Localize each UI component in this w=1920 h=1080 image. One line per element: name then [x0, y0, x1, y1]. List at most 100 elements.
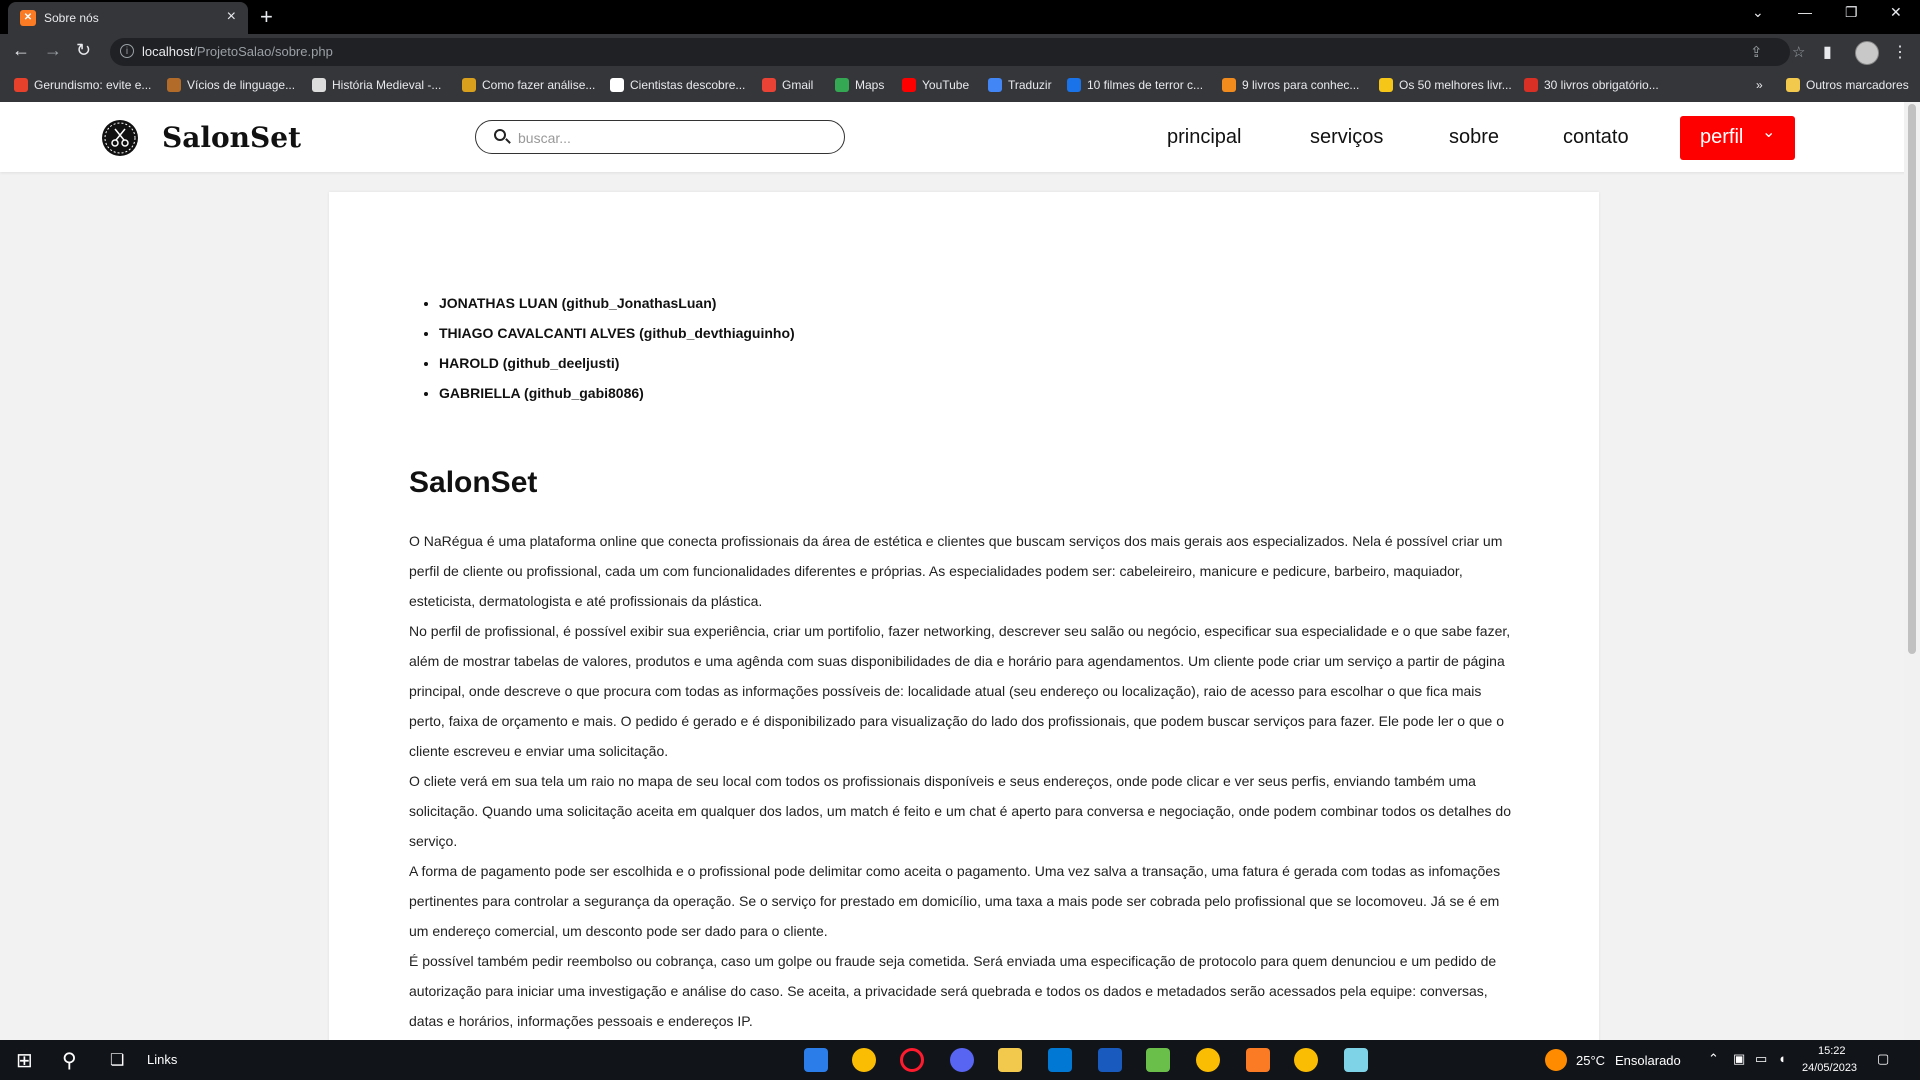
minimize-button[interactable]: —: [1798, 4, 1812, 20]
clock-date[interactable]: 24/05/2023: [1802, 1062, 1857, 1074]
nav-link-contato[interactable]: contato: [1563, 126, 1629, 149]
members-list: JONATHAS LUAN (github_JonathasLuan) THIA…: [409, 288, 795, 408]
bookmark-favicon-icon: [1524, 78, 1538, 92]
network-icon[interactable]: ▭: [1755, 1051, 1767, 1067]
chevron-down-icon: ⌄: [1762, 124, 1776, 141]
bookmark-favicon-icon: [988, 78, 1002, 92]
side-panel-icon[interactable]: ▮: [1823, 42, 1832, 62]
weather-desc[interactable]: Ensolarado: [1615, 1053, 1681, 1068]
bookmark-label: Os 50 melhores livr...: [1399, 78, 1512, 92]
chrome-menu-icon[interactable]: ⋮: [1892, 42, 1908, 62]
tray-chevron-icon[interactable]: ⌃: [1708, 1051, 1719, 1067]
profile-dropdown-button[interactable]: perfil ⌄: [1680, 116, 1795, 160]
other-bookmarks[interactable]: Outros marcadores: [1786, 78, 1909, 92]
new-tab-button[interactable]: +: [260, 4, 273, 30]
vscode-icon[interactable]: [804, 1048, 828, 1072]
back-icon[interactable]: ←: [12, 40, 30, 60]
bookmark-item[interactable]: Cientistas descobre...: [610, 78, 745, 92]
bookmark-item[interactable]: Traduzir: [988, 78, 1052, 92]
bookmark-label: Cientistas descobre...: [630, 78, 746, 92]
search-input[interactable]: [516, 127, 830, 149]
page-scrollbar[interactable]: [1904, 102, 1920, 1040]
bookmark-favicon-icon: [312, 78, 326, 92]
bookmark-item[interactable]: YouTube: [902, 78, 969, 92]
bookmark-favicon-icon: [462, 78, 476, 92]
tab-search-icon[interactable]: ⌄: [1752, 4, 1764, 21]
site-logo[interactable]: SalonSet: [162, 121, 301, 154]
bookmark-item[interactable]: Maps: [835, 78, 884, 92]
member-item: THIAGO CAVALCANTI ALVES (github_devthiag…: [439, 318, 795, 348]
address-bar[interactable]: i localhost/ProjetoSalao/sobre.php ⇪ ☆: [110, 38, 1805, 66]
meet-icon[interactable]: ▣: [1733, 1051, 1745, 1067]
weather-temp[interactable]: 25°C: [1576, 1053, 1605, 1068]
member-item: HAROLD (github_deeljusti): [439, 348, 795, 378]
folder-icon: [1786, 78, 1800, 92]
volume-icon[interactable]: ◖: [1778, 1051, 1786, 1066]
bookmark-item[interactable]: 10 filmes de terror c...: [1067, 78, 1203, 92]
member-item: GABRIELLA (github_gabi8086): [439, 378, 795, 408]
nav-link-principal[interactable]: principal: [1167, 126, 1241, 149]
bookmark-label: História Medieval -...: [332, 78, 442, 92]
task-view-icon[interactable]: ❏: [110, 1050, 124, 1070]
bookmark-item[interactable]: Vícios de linguage...: [167, 78, 295, 92]
bookmark-label: Traduzir: [1008, 78, 1052, 92]
notepad-icon[interactable]: [1344, 1048, 1368, 1072]
search-bar[interactable]: [475, 120, 845, 154]
scrollbar-thumb[interactable]: [1908, 104, 1916, 654]
bookmark-item[interactable]: 30 livros obrigatório...: [1524, 78, 1659, 92]
bookmark-star-icon[interactable]: ☆: [1792, 43, 1805, 61]
scissors-logo-icon[interactable]: [102, 120, 138, 156]
tab-title: Sobre nós: [44, 11, 99, 25]
bookmarks-bar: Gerundismo: evite e... Vícios de linguage…: [0, 70, 1920, 103]
bookmark-label: 9 livros para conhec...: [1242, 78, 1360, 92]
bookmark-favicon-icon: [1067, 78, 1081, 92]
browser-tab[interactable]: ✕ Sobre nós ×: [8, 2, 248, 34]
sun-weather-icon: [1545, 1049, 1567, 1071]
restore-button[interactable]: ❐: [1845, 4, 1858, 21]
nav-link-servicos[interactable]: serviços: [1310, 126, 1383, 149]
windows-start-icon[interactable]: ⊞: [16, 1048, 33, 1073]
search-icon: [494, 129, 506, 141]
xampp-icon[interactable]: [1246, 1048, 1270, 1072]
opera-icon[interactable]: [900, 1048, 924, 1072]
discord-icon[interactable]: [950, 1048, 974, 1072]
share-icon[interactable]: ⇪: [1750, 43, 1763, 61]
file-explorer-icon[interactable]: [998, 1048, 1022, 1072]
reload-icon[interactable]: ↻: [76, 40, 91, 60]
bluestacks-icon[interactable]: [1146, 1048, 1170, 1072]
url-text: localhost/ProjetoSalao/sobre.php: [142, 44, 333, 59]
bookmark-item[interactable]: Os 50 melhores livr...: [1379, 78, 1512, 92]
bookmark-label: 30 livros obrigatório...: [1544, 78, 1659, 92]
about-body: O NaRégua é uma plataforma online que co…: [409, 526, 1519, 1036]
bookmark-item[interactable]: Gmail: [762, 78, 813, 92]
site-info-icon[interactable]: i: [120, 44, 134, 58]
word-icon[interactable]: [1098, 1048, 1122, 1072]
about-paragraph: No perfil de profissional, é possível ex…: [409, 623, 1511, 759]
chrome-profile-avatar[interactable]: [1855, 41, 1879, 65]
search-taskbar-icon[interactable]: ⚲: [62, 1048, 77, 1073]
bookmarks-overflow-icon[interactable]: »: [1756, 78, 1763, 92]
bookmark-item[interactable]: Como fazer análise...: [462, 78, 595, 92]
store-icon[interactable]: [1048, 1048, 1072, 1072]
notifications-icon[interactable]: ▢: [1877, 1051, 1889, 1067]
chrome-profile-icon[interactable]: [1294, 1048, 1318, 1072]
bookmark-item[interactable]: 9 livros para conhec...: [1222, 78, 1359, 92]
chrome-active-icon[interactable]: [1196, 1048, 1220, 1072]
forward-icon[interactable]: →: [44, 40, 62, 60]
bookmark-label: YouTube: [922, 78, 970, 92]
bookmark-favicon-icon: [762, 78, 776, 92]
links-toolbar[interactable]: Links: [147, 1052, 177, 1067]
nav-link-sobre[interactable]: sobre: [1449, 126, 1499, 149]
site-header: SalonSet principal serviços sobre contat…: [0, 102, 1920, 172]
browser-tab-strip: ✕ Sobre nós × + ⌄ — ❐ ✕: [0, 0, 1920, 34]
close-window-button[interactable]: ✕: [1890, 4, 1902, 21]
about-card: JONATHAS LUAN (github_JonathasLuan) THIA…: [329, 192, 1599, 1042]
clock-time[interactable]: 15:22: [1818, 1045, 1846, 1057]
bookmark-item[interactable]: História Medieval -...: [312, 78, 441, 92]
tab-close-icon[interactable]: ×: [227, 8, 236, 26]
about-paragraph: A forma de pagamento pode ser escolhida …: [409, 863, 1501, 939]
bookmark-favicon-icon: [1379, 78, 1393, 92]
bookmark-item[interactable]: Gerundismo: evite e...: [14, 78, 151, 92]
bookmark-favicon-icon: [14, 78, 28, 92]
chrome-icon[interactable]: [852, 1048, 876, 1072]
